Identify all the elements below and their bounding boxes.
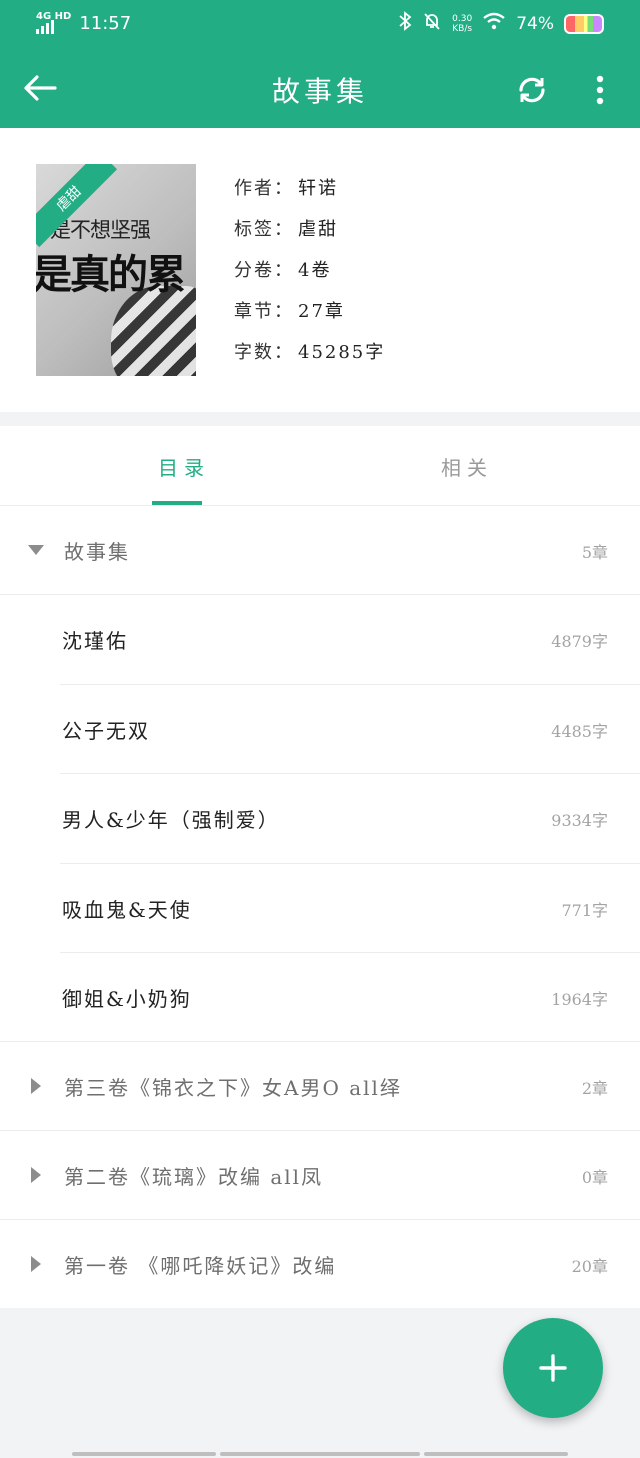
chapter-count: 2章 — [581, 1079, 608, 1098]
volume-row[interactable]: 故事集 5章 — [0, 506, 640, 595]
chapter-row[interactable]: 公子无双 4485字 — [0, 685, 640, 774]
meta-tags: 标签： 虐甜 — [234, 219, 338, 240]
chapter-count: 20章 — [571, 1257, 608, 1276]
volume-row[interactable]: 第二卷《琉璃》改编 all凤 0章 — [0, 1131, 640, 1220]
chapter-title: 男人&少年（强制爱） — [62, 808, 280, 832]
plus-icon — [539, 1354, 567, 1382]
active-tab-indicator — [152, 501, 202, 505]
chapter-title: 沈瑾佑 — [62, 629, 128, 653]
network-speed: 0.30 KB/s — [452, 13, 473, 34]
status-time: 11:57 — [79, 12, 132, 34]
meta-volumes: 分卷： 4卷 — [234, 260, 332, 281]
word-count: 9334字 — [551, 811, 608, 830]
add-button[interactable] — [503, 1318, 603, 1418]
triangle-right-icon[interactable] — [26, 1254, 46, 1274]
cover-title-line2: 是真的累 — [36, 251, 186, 298]
header: 4G HD 11:57 0.30 KB/s 74% 故事集 — [0, 0, 640, 128]
word-count: 771字 — [561, 901, 608, 920]
wifi-icon — [482, 12, 506, 35]
volume-title: 第一卷 《哪吒降妖记》改编 — [64, 1254, 337, 1278]
system-nav-bar — [0, 1448, 640, 1458]
tab-catalog[interactable]: 目录 — [158, 452, 210, 481]
volume-row[interactable]: 第三卷《锦衣之下》女A男O all绎 2章 — [0, 1042, 640, 1131]
word-count: 4485字 — [551, 722, 608, 741]
status-bar: 4G HD 11:57 0.30 KB/s 74% — [0, 0, 640, 48]
tab-bar: 目录 相关 — [0, 426, 640, 506]
more-vertical-icon — [596, 75, 604, 105]
chapter-title: 公子无双 — [62, 719, 150, 743]
chapter-row[interactable]: 吸血鬼&天使 771字 — [0, 864, 640, 953]
content-panel: 目录 相关 故事集 5章 沈瑾佑 4879字 公子无双 4485字 男人&少年（… — [0, 426, 640, 1308]
volume-title: 第二卷《琉璃》改编 all凤 — [64, 1165, 324, 1189]
chapter-row[interactable]: 沈瑾佑 4879字 — [0, 595, 640, 684]
chapter-count: 0章 — [581, 1168, 608, 1187]
chapter-count: 5章 — [581, 543, 608, 562]
book-meta: 作者： 轩诺 标签： 虐甜 分卷： 4卷 章节： 27章 字数： 45285字 — [234, 174, 385, 379]
battery-icon — [564, 13, 604, 34]
refresh-button[interactable] — [510, 68, 554, 112]
more-options-button[interactable] — [580, 68, 620, 112]
network-indicator: 4G HD — [36, 12, 71, 34]
nav-indicator[interactable] — [424, 1452, 568, 1456]
signal-icon — [36, 20, 71, 34]
meta-author: 作者： 轩诺 — [234, 178, 338, 199]
refresh-icon — [519, 77, 545, 103]
chapter-row[interactable]: 御姐&小奶狗 1964字 — [0, 953, 640, 1042]
word-count: 4879字 — [551, 632, 608, 651]
tab-related[interactable]: 相关 — [441, 452, 493, 481]
chapter-title: 御姐&小奶狗 — [62, 987, 192, 1011]
chapter-title: 吸血鬼&天使 — [62, 898, 192, 922]
chapter-row[interactable]: 男人&少年（强制爱） 9334字 — [0, 774, 640, 863]
triangle-right-icon[interactable] — [26, 1076, 46, 1096]
nav-indicator[interactable] — [220, 1452, 420, 1456]
volume-row[interactable]: 第一卷 《哪吒降妖记》改编 20章 — [0, 1220, 640, 1309]
app-bar: 故事集 — [0, 48, 640, 128]
volume-title: 第三卷《锦衣之下》女A男O all绎 — [64, 1076, 402, 1100]
battery-percent: 74% — [516, 13, 554, 34]
volume-title: 故事集 — [64, 540, 130, 564]
nav-indicator[interactable] — [72, 1452, 216, 1456]
meta-chapters: 章节： 27章 — [234, 301, 345, 322]
mute-icon — [422, 11, 442, 36]
triangle-down-icon[interactable] — [26, 540, 46, 560]
book-cover[interactable]: 不是不想坚强 是真的累 虐甜 — [36, 164, 196, 376]
meta-word-count: 字数： 45285字 — [234, 342, 386, 363]
word-count: 1964字 — [551, 990, 608, 1009]
bluetooth-icon — [398, 11, 412, 36]
triangle-right-icon[interactable] — [26, 1165, 46, 1185]
book-info-card: 不是不想坚强 是真的累 虐甜 作者： 轩诺 标签： 虐甜 分卷： 4卷 章节： 27章 … — [0, 128, 640, 412]
